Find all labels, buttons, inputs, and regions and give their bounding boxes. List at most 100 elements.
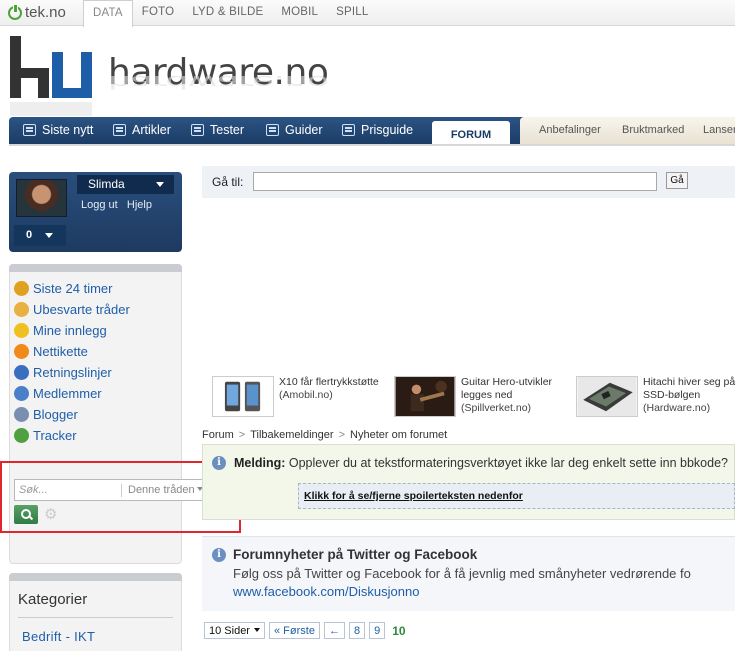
quick-link-mine-innlegg[interactable]: Mine innlegg <box>14 323 107 338</box>
info-icon: i <box>212 548 226 562</box>
top-nav-data[interactable]: DATA <box>83 0 133 27</box>
goto-input[interactable] <box>253 172 657 191</box>
nav-siste-nytt-label: Siste nytt <box>42 123 94 137</box>
nav-bruktmarked[interactable]: Bruktmarked <box>622 124 684 136</box>
nav-divider <box>9 144 735 146</box>
avatar[interactable] <box>16 179 67 217</box>
quick-link-label: Siste 24 timer <box>33 281 113 296</box>
news-tile-title: Hitachi hiver seg på SSD-bølgen <box>643 376 735 401</box>
username-dropdown[interactable]: Slimda <box>77 175 174 194</box>
news-tile-source: (Hardware.no) <box>643 402 711 414</box>
user-links: Logg ut Hjelp <box>81 199 152 211</box>
pagination: 10 Sider « Første ← 8 9 10 <box>204 622 409 639</box>
nav-artikler-label: Artikler <box>132 123 171 137</box>
top-nav-lyd-bilde[interactable]: LYD & BILDE <box>183 0 272 26</box>
hardware-logo-icon[interactable] <box>8 32 100 122</box>
news-tile-source: (Spillverket.no) <box>461 402 532 414</box>
current-page: 10 <box>392 623 406 638</box>
prev-page-button[interactable]: ← <box>323 622 345 639</box>
quick-link-label: Ubesvarte tråder <box>33 302 130 317</box>
coins-icon <box>342 124 355 136</box>
top-nav: DATA FOTO LYD & BILDE MOBIL SPILL <box>83 0 377 27</box>
article-icon <box>113 124 126 136</box>
news-tile-text: Guitar Hero-utvikler legges ned (Spillve… <box>461 376 571 415</box>
test-icon <box>191 124 204 136</box>
envelope-icon <box>14 302 29 317</box>
user-box: Slimda Logg ut Hjelp 0 <box>9 172 182 252</box>
news-tile-source: (Amobil.no) <box>279 389 333 401</box>
nav-siste-nytt[interactable]: Siste nytt <box>23 123 93 137</box>
search-input[interactable]: Søk... Denne tråden <box>14 479 216 501</box>
warning-icon <box>14 344 29 359</box>
top-bar: tek.no DATA FOTO LYD & BILDE MOBIL SPILL <box>0 0 735 27</box>
top-nav-foto[interactable]: FOTO <box>133 0 184 26</box>
guide-icon <box>266 124 279 136</box>
quick-link-medlemmer[interactable]: Medlemmer <box>14 386 102 401</box>
quick-link-label: Nettikette <box>33 344 88 359</box>
accessibility-icon <box>14 365 29 380</box>
site-title-reflection: hardware.no <box>108 71 329 93</box>
logout-link[interactable]: Logg ut <box>81 199 118 211</box>
nav-artikler[interactable]: Artikler <box>113 123 171 137</box>
power-icon <box>8 3 22 20</box>
search-scope-dropdown[interactable]: Denne tråden <box>128 484 203 496</box>
quick-link-label: Blogger <box>33 407 78 422</box>
breadcrumb: Forum > Tilbakemeldinger > Nyheter om fo… <box>202 429 447 441</box>
members-icon <box>14 386 29 401</box>
categories-divider <box>18 617 173 618</box>
breadcrumb-nyheter[interactable]: Nyheter om forumet <box>350 429 447 441</box>
quick-link-tracker[interactable]: Tracker <box>14 428 77 443</box>
news-tile-title: Guitar Hero-utvikler legges ned <box>461 376 553 401</box>
category-bedrift-ikt[interactable]: Bedrift - IKT <box>22 629 95 644</box>
quick-link-retningslinjer[interactable]: Retningslinjer <box>14 365 112 380</box>
blog-icon <box>14 407 29 422</box>
help-link[interactable]: Hjelp <box>127 199 152 211</box>
quick-link-label: Mine innlegg <box>33 323 107 338</box>
page-9-button[interactable]: 9 <box>369 622 386 639</box>
quick-link-siste-24-timer[interactable]: Siste 24 timer <box>14 281 112 296</box>
spoiler-toggle[interactable]: Klikk for å se/fjerne spoilerteksten ned… <box>298 483 735 509</box>
tab-forum[interactable]: FORUM <box>432 121 510 145</box>
quick-link-ubesvarte-tr-der[interactable]: Ubesvarte tråder <box>14 302 130 317</box>
page-8-button[interactable]: 8 <box>348 622 366 639</box>
nav-lanser[interactable]: Lanser <box>703 124 735 136</box>
goto-label: Gå til: <box>212 175 244 189</box>
breadcrumb-forum[interactable]: Forum <box>202 429 234 441</box>
goto-button[interactable]: Gå <box>666 172 688 189</box>
guitarist-thumbnail-icon <box>394 376 456 417</box>
top-nav-spill[interactable]: SPILL <box>327 0 377 26</box>
nav-guider-label: Guider <box>285 123 323 137</box>
phone-thumbnail-icon <box>212 376 274 417</box>
facebook-link[interactable]: www.facebook.com/Diskusjonno <box>233 584 419 599</box>
top-nav-mobil[interactable]: MOBIL <box>272 0 327 26</box>
info-icon: i <box>212 456 226 470</box>
quick-link-label: Medlemmer <box>33 386 102 401</box>
bug-icon <box>14 428 29 443</box>
news-icon <box>23 124 36 136</box>
nav-prisguide-label: Prisguide <box>361 123 414 137</box>
nav-guider[interactable]: Guider <box>266 123 323 137</box>
nav-anbefalinger[interactable]: Anbefalinger <box>539 124 601 136</box>
search-placeholder: Søk... <box>19 484 48 496</box>
first-page-button[interactable]: « Første <box>268 622 320 639</box>
forum-news-title: Forumnyheter på Twitter og Facebook <box>233 547 478 562</box>
breadcrumb-tilbakemeldinger[interactable]: Tilbakemeldinger <box>250 429 333 441</box>
forum-news-body: Følg oss på Twitter og Facebook for å få… <box>233 566 691 581</box>
tek-logo[interactable]: tek.no <box>8 3 66 21</box>
message-body: Opplever du at tekstformateringsverktøye… <box>288 456 728 470</box>
nav-tester[interactable]: Tester <box>191 123 244 137</box>
nav-prisguide[interactable]: Prisguide <box>342 123 413 137</box>
breadcrumb-separator: > <box>238 429 246 441</box>
news-tile-title: X10 får flertrykkstøtte <box>279 376 379 388</box>
clock-icon <box>14 281 29 296</box>
gear-icon[interactable]: ⚙ <box>44 507 59 522</box>
search-button[interactable] <box>14 505 38 524</box>
smiley-icon <box>14 323 29 338</box>
quick-link-label: Retningslinjer <box>33 365 112 380</box>
quick-link-blogger[interactable]: Blogger <box>14 407 78 422</box>
notification-count-dropdown[interactable]: 0 <box>14 225 66 246</box>
secondary-nav: Anbefalinger Bruktmarked Lanser <box>520 117 735 144</box>
quick-link-label: Tracker <box>33 428 77 443</box>
quick-link-nettikette[interactable]: Nettikette <box>14 344 88 359</box>
pages-dropdown[interactable]: 10 Sider <box>204 622 265 639</box>
